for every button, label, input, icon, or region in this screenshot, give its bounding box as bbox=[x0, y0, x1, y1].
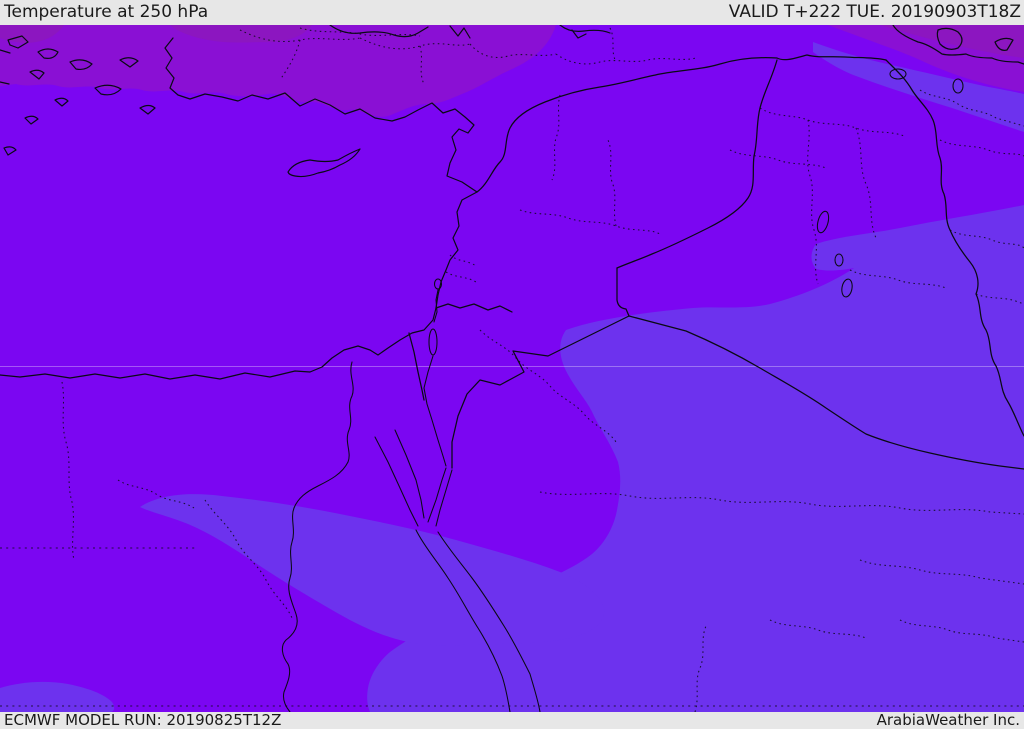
weather-chart-window: Temperature at 250 hPa VALID T+222 TUE. … bbox=[0, 0, 1024, 729]
weather-map bbox=[0, 25, 1024, 712]
title-bar: Temperature at 250 hPa VALID T+222 TUE. … bbox=[0, 0, 1024, 25]
valid-time-label: VALID T+222 TUE. 20190903T18Z bbox=[728, 2, 1021, 22]
chart-title: Temperature at 250 hPa bbox=[4, 2, 209, 22]
provider-credit-label: ArabiaWeather Inc. bbox=[876, 711, 1020, 729]
temperature-shading bbox=[0, 25, 1024, 712]
model-run-label: ECMWF MODEL RUN: 20190825T12Z bbox=[4, 711, 282, 729]
status-bar: ECMWF MODEL RUN: 20190825T12Z ArabiaWeat… bbox=[0, 712, 1024, 729]
map-canvas bbox=[0, 25, 1024, 712]
